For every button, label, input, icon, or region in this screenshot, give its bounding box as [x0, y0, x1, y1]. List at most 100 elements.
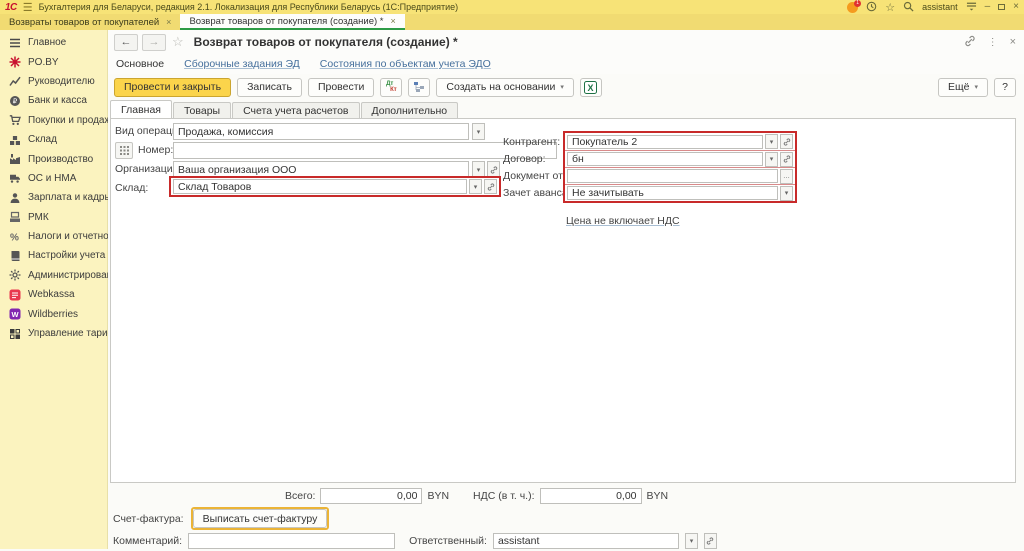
document-window: ← → ☆ Возврат товаров от покупателя (соз…	[108, 30, 1024, 549]
sidebar-item-rmk[interactable]: РМК	[0, 208, 107, 227]
total-currency: BYN	[427, 490, 449, 502]
close-tab-icon[interactable]: ×	[390, 16, 395, 26]
svg-text:₽: ₽	[13, 97, 18, 105]
sidebar-item-main[interactable]: Главное	[0, 33, 107, 52]
counterparty-select[interactable]	[567, 135, 763, 149]
close-document-icon[interactable]: ×	[1010, 36, 1016, 48]
shipping-doc-input[interactable]	[567, 169, 778, 183]
contract-select[interactable]	[567, 152, 763, 166]
sidebar-item-poby[interactable]: PO.BY	[0, 52, 107, 71]
excel-export-button[interactable]: X	[580, 78, 602, 97]
close-tab-icon[interactable]: ×	[166, 17, 171, 27]
warehouse-select[interactable]	[173, 179, 467, 194]
dtkt-icon: ДтКт	[386, 81, 397, 93]
webkassa-logo-icon	[9, 289, 21, 301]
window-tab-return-create[interactable]: Возврат товаров от покупателя (создание)…	[180, 14, 404, 30]
menu-icon	[9, 37, 21, 49]
history-icon[interactable]	[866, 1, 877, 14]
contract-dropdown-icon[interactable]: ▾	[765, 152, 778, 167]
nav-link-assembly-tasks[interactable]: Сборочные задания ЭД	[184, 58, 300, 70]
sidebar-item-salary-hr[interactable]: Зарплата и кадры	[0, 188, 107, 207]
responsible-open-icon[interactable]	[704, 533, 717, 549]
vat-price-link[interactable]: Цена не включает НДС	[566, 213, 680, 230]
total-input[interactable]	[320, 488, 422, 504]
more-button[interactable]: Ещё▾	[938, 78, 988, 97]
minimize-button[interactable]: –	[985, 2, 991, 12]
sidebar-item-taxes[interactable]: % Налоги и отчетность	[0, 227, 107, 246]
comment-label: Комментарий:	[113, 535, 182, 547]
invoice-button-highlight: Выписать счет-фактуру	[191, 507, 330, 530]
sidebar-item-fixed-assets[interactable]: ОС и НМА	[0, 169, 107, 188]
sidebar-item-wildberries[interactable]: W Wildberries	[0, 304, 107, 323]
contract-open-icon[interactable]	[780, 152, 793, 167]
get-link-icon[interactable]	[964, 35, 976, 50]
sidebar-item-accounting-settings[interactable]: Настройки учета	[0, 246, 107, 265]
more-actions-icon[interactable]: ⋮	[988, 37, 998, 48]
sidebar-item-purchases-sales[interactable]: Покупки и продажи	[0, 111, 107, 130]
sidebar-item-production[interactable]: Производство	[0, 149, 107, 168]
favorites-icon[interactable]: ☆	[885, 1, 895, 14]
advance-select[interactable]	[567, 186, 778, 200]
advance-dropdown-icon[interactable]: ▾	[780, 186, 793, 201]
create-on-base-button[interactable]: Создать на основании▾	[436, 78, 573, 97]
comment-input[interactable]	[188, 533, 395, 549]
shipping-doc-choose-icon[interactable]: …	[780, 169, 793, 184]
window-tab-returns-list[interactable]: Возвраты товаров от покупателей ×	[0, 14, 180, 30]
post-button[interactable]: Провести	[308, 78, 374, 97]
tab-main[interactable]: Главная	[110, 100, 172, 118]
window-title: Бухгалтерия для Беларуси, редакция 2.1. …	[39, 2, 458, 12]
warehouse-dropdown-icon[interactable]: ▾	[469, 179, 482, 194]
vat-input[interactable]	[540, 488, 642, 504]
document-structure-button[interactable]	[408, 78, 430, 97]
write-button[interactable]: Записать	[237, 78, 302, 97]
nav-link-edo-states[interactable]: Состояния по объектам учета ЭДО	[320, 58, 491, 70]
notification-badge: 1	[854, 0, 861, 7]
excel-icon: X	[584, 81, 597, 94]
gear-icon	[9, 269, 21, 281]
window-titlebar: 1С ☰ Бухгалтерия для Беларуси, редакция …	[0, 0, 1024, 14]
forward-button[interactable]: →	[142, 34, 166, 51]
back-button[interactable]: ←	[114, 34, 138, 51]
operation-dropdown-icon[interactable]: ▾	[472, 123, 485, 140]
service-menu-icon[interactable]	[966, 1, 977, 13]
chart-icon	[9, 75, 21, 87]
warehouse-open-icon[interactable]	[484, 179, 497, 194]
notifications-icon[interactable]: 1	[847, 2, 858, 13]
operation-select[interactable]	[173, 123, 469, 140]
percent-icon: %	[9, 231, 21, 243]
main-menu-icon[interactable]: ☰	[23, 1, 33, 14]
counterparty-dropdown-icon[interactable]: ▾	[765, 134, 778, 149]
show-postings-button[interactable]: ДтКт	[380, 78, 402, 97]
document-header: ← → ☆ Возврат товаров от покупателя (соз…	[108, 30, 1024, 54]
sidebar-item-bank-cash[interactable]: ₽ Банк и касса	[0, 91, 107, 110]
tab-settlement-accounts[interactable]: Счета учета расчетов	[232, 102, 359, 118]
tab-goods[interactable]: Товары	[173, 102, 231, 118]
invoice-label: Счет-фактура:	[113, 513, 184, 525]
sidebar-item-webkassa[interactable]: Webkassa	[0, 285, 107, 304]
cart-icon	[9, 114, 21, 126]
close-window-button[interactable]: ×	[1013, 2, 1019, 12]
svg-text:X: X	[588, 82, 594, 92]
sidebar-item-warehouse[interactable]: Склад	[0, 130, 107, 149]
sidebar-item-tariff[interactable]: Управление тарифом	[0, 324, 107, 343]
maximize-button[interactable]	[998, 4, 1005, 10]
counterparty-row: ▾	[565, 133, 795, 150]
sidebar-item-manager[interactable]: Руководителю	[0, 72, 107, 91]
search-icon[interactable]	[903, 1, 914, 14]
number-input[interactable]	[173, 142, 557, 159]
responsible-dropdown-icon[interactable]: ▾	[685, 533, 698, 549]
totals-row: Всего: BYN НДС (в т. ч.): BYN	[285, 487, 1024, 505]
current-user[interactable]: assistant	[922, 2, 958, 12]
nav-link-main[interactable]: Основное	[116, 58, 164, 70]
help-button[interactable]: ?	[994, 78, 1016, 97]
counterparty-open-icon[interactable]	[780, 134, 793, 149]
favorite-star-icon[interactable]: ☆	[172, 34, 184, 50]
window-tab-label: Возврат товаров от покупателя (создание)…	[189, 16, 383, 27]
number-settings-button[interactable]	[115, 142, 133, 159]
person-icon	[9, 192, 21, 204]
issue-invoice-button[interactable]: Выписать счет-фактуру	[193, 509, 328, 528]
responsible-select[interactable]	[493, 533, 679, 549]
tab-additional[interactable]: Дополнительно	[361, 102, 459, 118]
sidebar-item-administration[interactable]: Администрирование	[0, 266, 107, 285]
post-and-close-button[interactable]: Провести и закрыть	[114, 78, 231, 97]
